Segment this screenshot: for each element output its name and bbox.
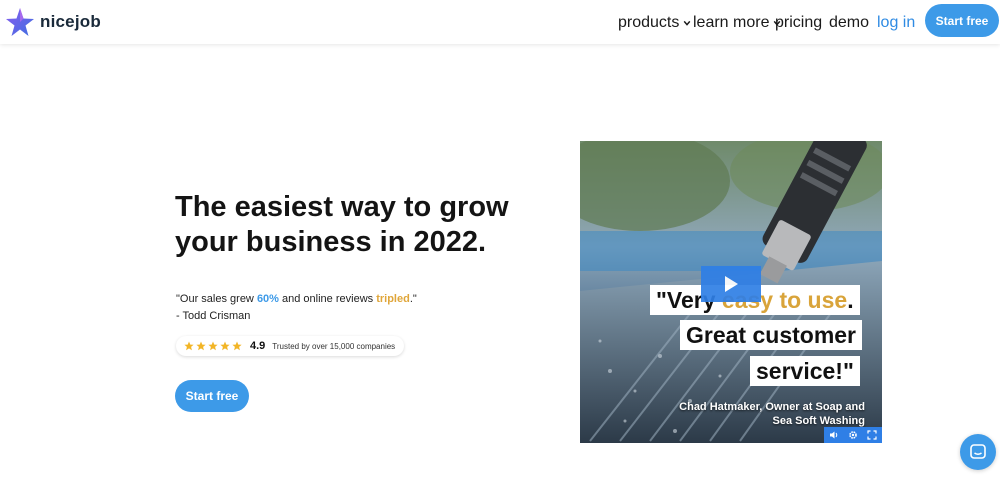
rating-value: 4.9	[250, 340, 266, 352]
testimonial-video[interactable]: "Very easy to use. Great customer servic…	[580, 141, 882, 443]
chat-launcher-button[interactable]	[960, 434, 996, 470]
video-controls	[824, 427, 882, 443]
nav-pricing-label: pricing	[775, 14, 823, 31]
hero-headline-line1: The easiest way to grow	[175, 191, 509, 223]
brand-name: nicejob	[40, 12, 101, 31]
video-caption-line2: Great customer	[680, 320, 863, 350]
nav-learn-more[interactable]: learn more	[693, 14, 781, 32]
star-icon	[220, 341, 230, 351]
quote-prefix: "Our sales grew	[176, 293, 257, 305]
rating-stars	[184, 341, 242, 351]
star-icon	[196, 341, 206, 351]
brand-logo[interactable]: nicejob	[4, 6, 101, 38]
star-icon	[184, 341, 194, 351]
nav-demo-label: demo	[829, 14, 870, 31]
play-icon	[725, 276, 738, 292]
login-label: log in	[877, 14, 916, 31]
quote-highlight-reviews: tripled	[376, 293, 410, 305]
nav-demo[interactable]: demo	[829, 14, 869, 32]
nav-learn-more-label: learn more	[693, 14, 770, 31]
nav-pricing[interactable]: pricing	[775, 14, 822, 32]
header-start-free-button[interactable]: Start free	[925, 4, 999, 37]
chat-icon	[970, 444, 986, 459]
quote-middle: and online reviews	[278, 293, 377, 305]
quote-suffix: ."	[409, 293, 417, 305]
nav-products[interactable]: products	[618, 14, 691, 32]
video-play-button[interactable]	[701, 266, 761, 302]
testimonial-quote: "Our sales grew 60% and online reviews t…	[176, 291, 417, 325]
quote-author: - Todd Crisman	[176, 310, 251, 322]
caption-line1-end: .	[847, 287, 854, 313]
star-icon	[208, 341, 218, 351]
hero-start-free-button[interactable]: Start free	[175, 380, 249, 412]
video-caption-line3: service!"	[750, 356, 860, 386]
rating-trust-text: Trusted by over 15,000 companies	[272, 341, 396, 351]
site-header: nicejob products learn more pricing demo…	[0, 0, 1000, 44]
quote-highlight-growth: 60%	[256, 293, 279, 305]
volume-icon[interactable]	[829, 430, 839, 440]
star-icon	[232, 341, 242, 351]
chevron-down-icon	[684, 20, 691, 26]
fullscreen-icon[interactable]	[867, 430, 877, 440]
hero-headline-line2: your business in 2022.	[175, 226, 487, 258]
gear-icon[interactable]	[848, 430, 858, 440]
hero-headline: The easiest way to grow your business in…	[175, 190, 535, 260]
rating-badge: 4.9 Trusted by over 15,000 companies	[176, 336, 404, 356]
login-link[interactable]: log in	[877, 14, 915, 32]
star-logo-icon	[6, 8, 34, 36]
video-attribution: Chad Hatmaker, Owner at Soap and Sea Sof…	[679, 401, 865, 427]
nav-products-label: products	[618, 14, 680, 31]
